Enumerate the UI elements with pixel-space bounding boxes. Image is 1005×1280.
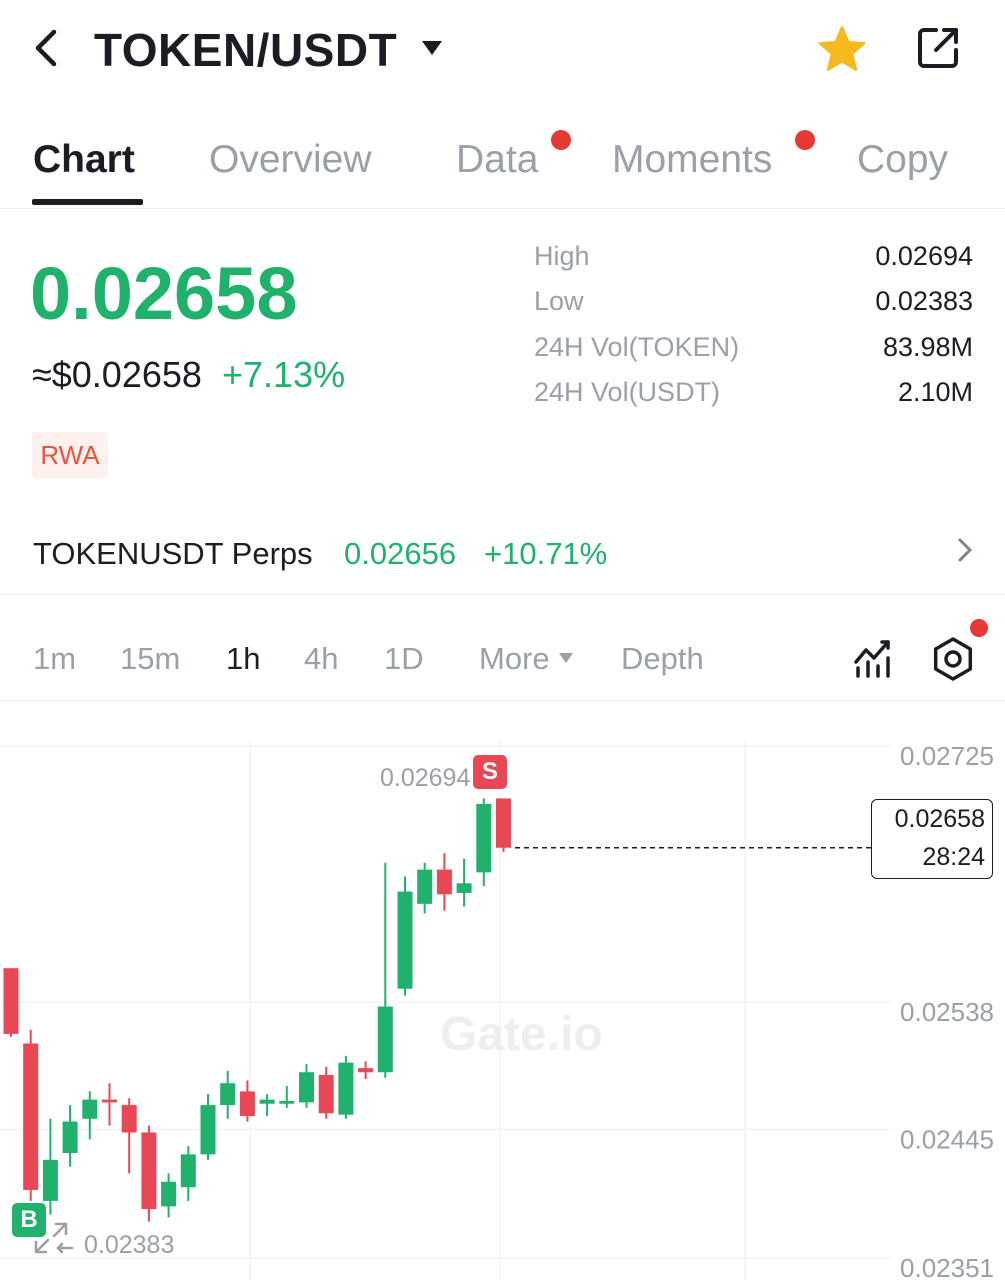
last-price: 0.02658 bbox=[30, 252, 298, 335]
candle-body bbox=[436, 869, 452, 895]
candle-body bbox=[279, 1100, 295, 1104]
candle-body bbox=[299, 1072, 314, 1103]
timeframe-more[interactable]: More bbox=[479, 640, 550, 678]
candle-body bbox=[397, 891, 413, 989]
divider bbox=[0, 594, 1005, 595]
candle-body bbox=[496, 798, 511, 848]
candle-body bbox=[456, 883, 472, 893]
candle-body bbox=[358, 1068, 374, 1073]
indicator-icon[interactable] bbox=[852, 636, 894, 680]
settings-icon[interactable] bbox=[930, 636, 976, 682]
candle-body bbox=[318, 1074, 334, 1114]
low-marker-label: 0.02383 bbox=[84, 1231, 175, 1259]
candle-body bbox=[377, 1006, 393, 1073]
high-label: High bbox=[534, 241, 590, 271]
candle-body bbox=[3, 968, 19, 1034]
tab-moments[interactable]: Moments bbox=[612, 136, 772, 184]
timeframe-1m[interactable]: 1m bbox=[33, 640, 76, 678]
candle-body bbox=[220, 1083, 236, 1106]
sell-marker[interactable]: S bbox=[473, 755, 507, 789]
notification-dot bbox=[551, 130, 571, 150]
candle-body bbox=[102, 1099, 117, 1103]
expand-icon[interactable] bbox=[32, 1220, 76, 1256]
high-value: 0.02694 bbox=[875, 241, 973, 271]
candle-body bbox=[180, 1154, 196, 1188]
candle-body bbox=[338, 1062, 354, 1115]
low-label: Low bbox=[534, 286, 584, 316]
active-tab-indicator bbox=[32, 199, 143, 205]
category-tag[interactable]: RWA bbox=[32, 432, 108, 478]
candle-body bbox=[62, 1121, 78, 1154]
candle-body bbox=[141, 1132, 157, 1210]
candle-body bbox=[259, 1099, 275, 1104]
vol-token-value: 83.98M bbox=[882, 332, 973, 362]
divider bbox=[0, 208, 1005, 209]
caret-down-icon[interactable] bbox=[558, 650, 574, 666]
back-arrow-icon[interactable] bbox=[26, 24, 70, 72]
notification-dot bbox=[795, 130, 815, 150]
candle-body bbox=[417, 869, 433, 904]
low-value: 0.02383 bbox=[875, 286, 973, 316]
perps-name: TOKENUSDT Perps bbox=[33, 536, 313, 571]
usd-price: ≈$0.02658 bbox=[32, 354, 202, 395]
pair-title[interactable]: TOKEN/USDT bbox=[94, 22, 397, 78]
perps-price: 0.02656 bbox=[344, 536, 457, 571]
candle-body bbox=[161, 1181, 177, 1207]
depth-tab[interactable]: Depth bbox=[621, 640, 704, 678]
y-tick-label: 0.02725 bbox=[900, 741, 994, 771]
tab-chart[interactable]: Chart bbox=[33, 136, 135, 184]
high-marker-label: 0.02694 bbox=[380, 764, 471, 792]
candle-body bbox=[200, 1105, 216, 1155]
candles bbox=[3, 798, 511, 1222]
timeframe-1h[interactable]: 1h bbox=[226, 640, 260, 678]
vol-usdt-value: 2.10M bbox=[897, 377, 973, 407]
y-tick-label: 0.02445 bbox=[900, 1124, 994, 1154]
watermark: Gate.io bbox=[440, 1008, 603, 1061]
current-price-label: 0.02658 bbox=[894, 805, 985, 833]
timeframe-15m[interactable]: 15m bbox=[120, 640, 180, 678]
share-icon[interactable] bbox=[914, 24, 962, 72]
candle-body bbox=[121, 1105, 137, 1133]
notification-dot bbox=[970, 619, 988, 637]
timeframe-1d[interactable]: 1D bbox=[384, 640, 424, 678]
perps-change: +10.71% bbox=[484, 536, 608, 571]
chevron-right-icon[interactable] bbox=[954, 536, 976, 564]
tab-data[interactable]: Data bbox=[456, 136, 538, 184]
timeframe-4h[interactable]: 4h bbox=[304, 640, 338, 678]
y-tick-label: 0.02351 bbox=[900, 1253, 994, 1280]
candle-countdown: 28:24 bbox=[922, 843, 985, 871]
tab-overview[interactable]: Overview bbox=[209, 136, 372, 184]
candle-body bbox=[23, 1043, 39, 1190]
candle-body bbox=[239, 1091, 255, 1117]
y-tick-label: 0.02538 bbox=[900, 997, 994, 1027]
tab-copy[interactable]: Copy bbox=[857, 136, 948, 184]
vol-usdt-label: 24H Vol(USDT) bbox=[534, 377, 721, 407]
candle-body bbox=[82, 1099, 98, 1119]
change-percent: +7.13% bbox=[222, 354, 346, 395]
star-icon[interactable] bbox=[816, 24, 868, 74]
caret-down-icon[interactable] bbox=[420, 36, 444, 60]
candle-body bbox=[476, 803, 492, 873]
candle-body bbox=[42, 1159, 58, 1201]
vol-token-label: 24H Vol(TOKEN) bbox=[534, 332, 740, 362]
